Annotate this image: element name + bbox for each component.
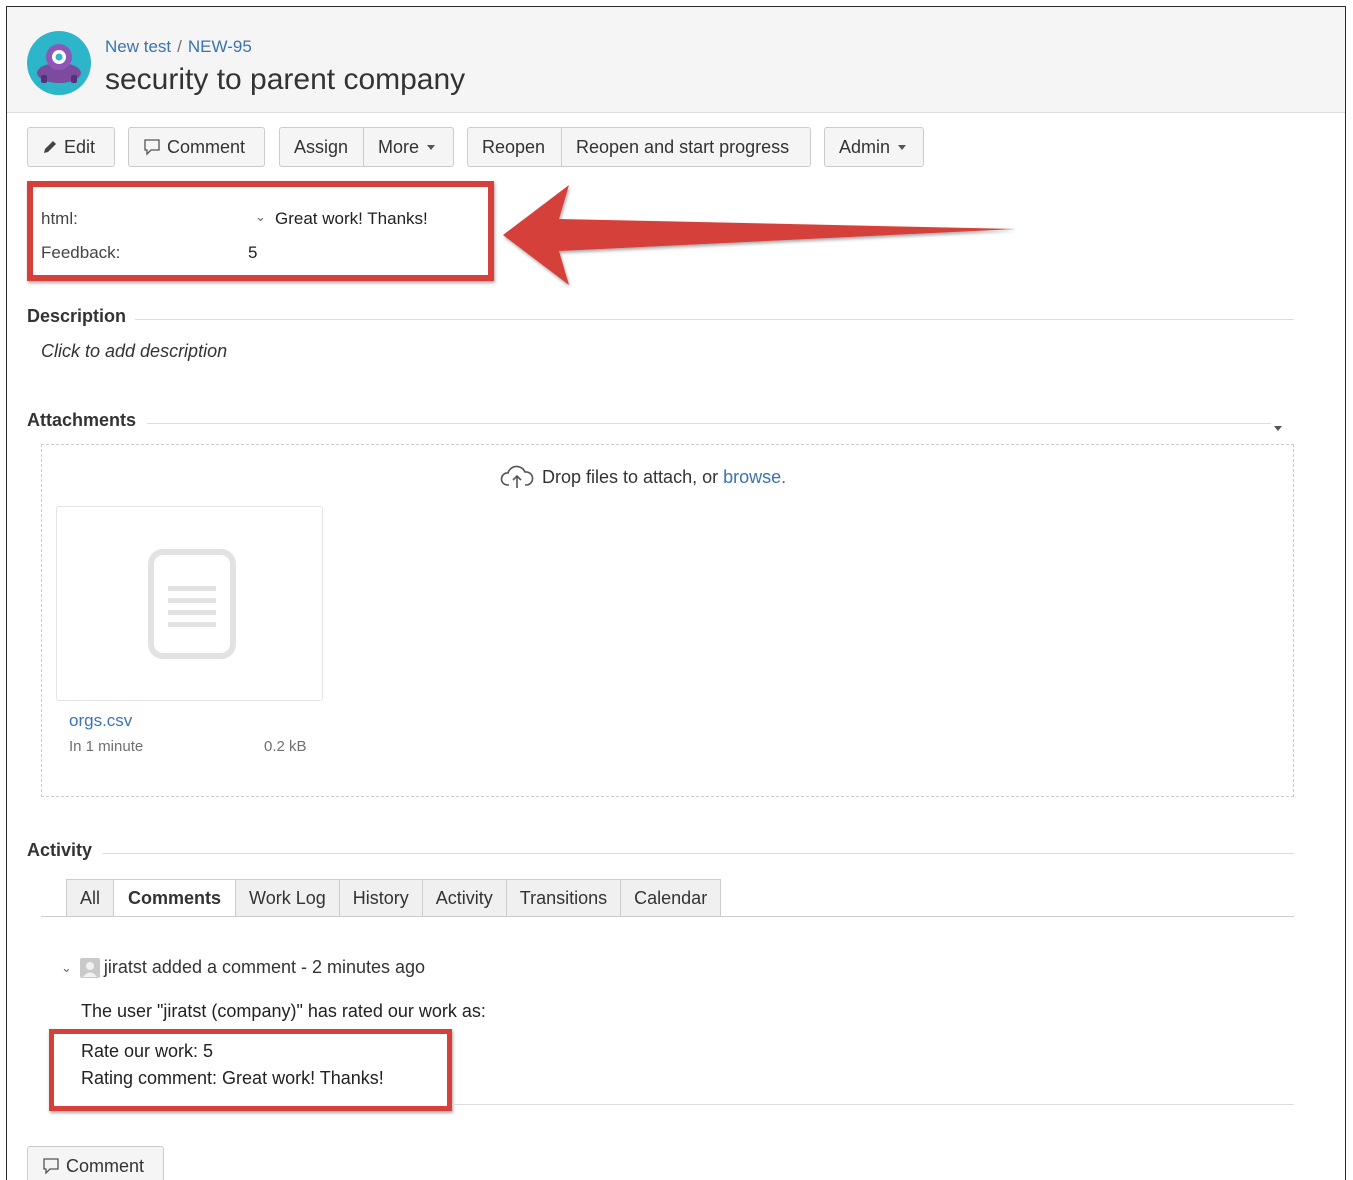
collapse-chevron-icon[interactable]: ⌄ [61, 960, 72, 976]
chevron-down-icon [898, 144, 907, 150]
breadcrumb-separator: / [177, 37, 182, 56]
activity-divider [103, 853, 1294, 854]
more-button-label: More [378, 136, 420, 157]
tab-history[interactable]: History [339, 879, 423, 917]
comment-header: ⌄ jiratst added a comment - 2 minutes ag… [61, 957, 425, 978]
annotation-arrow-icon [501, 185, 1021, 300]
custom-fields-highlight: html: ⌄ Great work! Thanks! Feedback: 5 [27, 181, 494, 281]
attachment-date: In 1 minute [69, 738, 144, 755]
assign-button[interactable]: Assign [279, 127, 364, 167]
project-avatar-icon[interactable] [27, 31, 91, 95]
speech-bubble-icon [42, 1157, 60, 1175]
attachments-dropzone[interactable]: Drop files to attach, or browse. orgs.cs… [41, 444, 1294, 797]
attachments-heading[interactable]: Attachments [27, 410, 136, 431]
description-heading[interactable]: Description [27, 306, 126, 327]
document-icon [148, 549, 236, 664]
browse-link[interactable]: browse. [723, 467, 786, 488]
edit-button[interactable]: Edit [27, 127, 115, 167]
admin-button-label: Admin [839, 136, 891, 157]
user-avatar[interactable] [79, 957, 100, 978]
reopen-start-progress-button[interactable]: Reopen and start progress [562, 127, 811, 167]
attachment-thumbnail[interactable] [56, 506, 323, 701]
comment-text-line1: The user "jiratst (company)" has rated o… [81, 1001, 486, 1021]
pencil-icon [42, 139, 58, 155]
reopen-start-progress-label: Reopen and start progress [576, 136, 790, 157]
issue-title[interactable]: security to parent company [105, 63, 465, 97]
html-field-label: html: [41, 209, 78, 228]
assign-button-label: Assign [294, 136, 349, 157]
comment-button[interactable]: Comment [128, 127, 265, 167]
description-placeholder[interactable]: Click to add description [41, 341, 227, 362]
speech-bubble-icon [143, 138, 161, 156]
drop-message: Drop files to attach, or browse. [500, 465, 786, 489]
comment-text-line2: Rate our work: 5 [81, 1041, 214, 1061]
tab-all[interactable]: All [66, 879, 115, 917]
cloud-upload-icon [500, 465, 534, 489]
tab-comments[interactable]: Comments [114, 879, 237, 917]
breadcrumb-issue-key-link[interactable]: NEW-95 [188, 37, 252, 56]
reopen-button-label: Reopen [482, 136, 546, 157]
edit-button-label: Edit [64, 136, 96, 157]
more-button[interactable]: More [364, 127, 454, 167]
comment-divider [452, 1104, 1294, 1105]
comment-text-line3: Rating comment: Great work! Thanks! [81, 1068, 384, 1088]
activity-tabs: All Comments Work Log History Activity T… [66, 879, 722, 917]
tab-transitions[interactable]: Transitions [506, 879, 622, 917]
issue-view: New test / NEW-95 security to parent compa… [6, 6, 1346, 1180]
feedback-field-label: Feedback: [41, 243, 121, 262]
add-comment-button[interactable]: Comment [27, 1146, 164, 1180]
issue-header: New test / NEW-95 security to parent compa… [7, 7, 1345, 113]
description-divider [135, 319, 1294, 320]
tab-calendar[interactable]: Calendar [621, 879, 722, 917]
add-comment-button-label: Comment [66, 1155, 145, 1176]
comment-author-line: jiratst added a comment - 2 minutes ago [103, 957, 426, 977]
chevron-down-icon[interactable]: ⌄ [255, 209, 266, 225]
breadcrumb: New test / NEW-95 [105, 37, 252, 57]
tabs-baseline [41, 916, 1294, 917]
html-field-value[interactable]: Great work! Thanks! [275, 209, 428, 229]
breadcrumb-project-link[interactable]: New test [105, 37, 171, 56]
admin-button[interactable]: Admin [824, 127, 924, 167]
attachment-file-name[interactable]: orgs.csv [69, 711, 132, 731]
tab-activity[interactable]: Activity [422, 879, 507, 917]
attachments-options-icon[interactable] [1274, 418, 1282, 436]
comment-button-label: Comment [167, 136, 246, 157]
drop-message-text: Drop files to attach, or [542, 466, 719, 487]
chevron-down-icon [427, 144, 436, 150]
attachments-divider [147, 423, 1271, 424]
tab-work-log[interactable]: Work Log [236, 879, 340, 917]
reopen-button[interactable]: Reopen [467, 127, 562, 167]
attachment-size: 0.2 kB [264, 738, 307, 755]
activity-heading[interactable]: Activity [27, 840, 92, 861]
feedback-field-value[interactable]: 5 [248, 243, 257, 263]
